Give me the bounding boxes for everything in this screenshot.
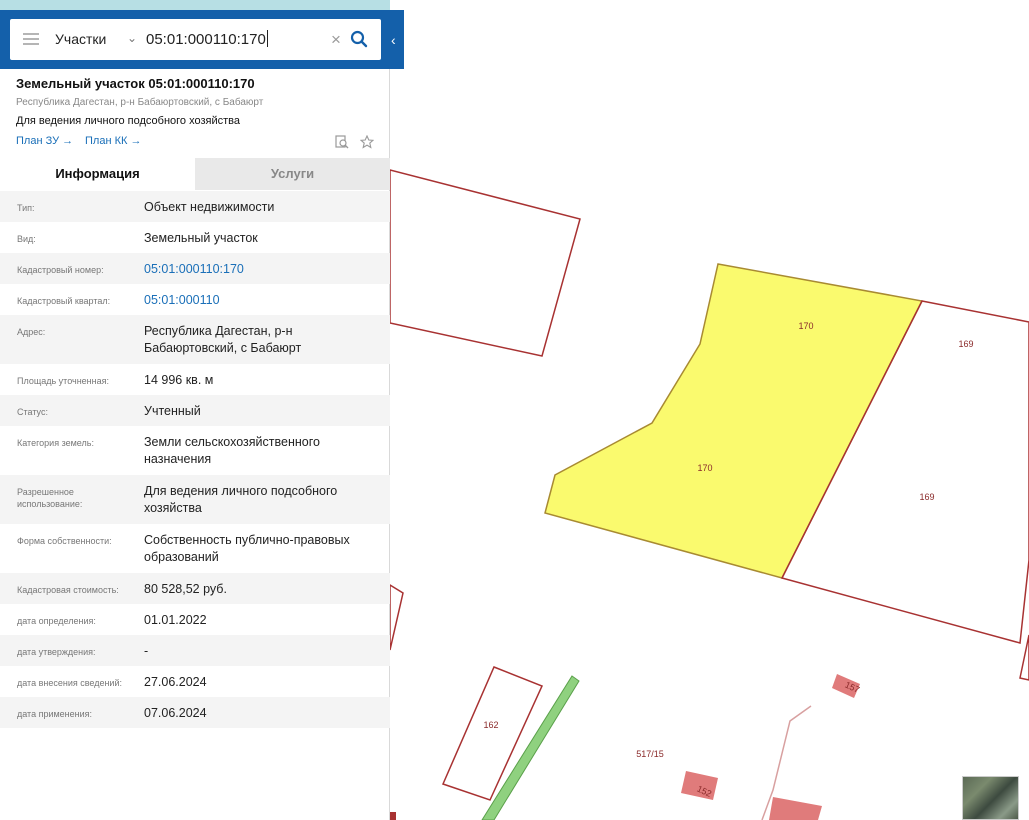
info-row-label: Площадь уточненная: bbox=[17, 376, 109, 386]
info-row-value: Собственность публично-правовых образова… bbox=[144, 533, 350, 564]
parcel-purpose: Для ведения личного подсобного хозяйства bbox=[16, 115, 240, 127]
info-row: Кадастровый квартал: 05:01:000110 bbox=[0, 284, 390, 315]
chevron-down-icon[interactable]: ⌄ bbox=[127, 31, 139, 47]
info-row-value: Объект недвижимости bbox=[144, 200, 275, 214]
info-row: Разрешенное использование: Для ведения ли… bbox=[0, 475, 390, 524]
info-row: Адрес: Республика Дагестан, р-н Бабаюртов… bbox=[0, 315, 390, 364]
parcel-bottom[interactable] bbox=[769, 797, 822, 820]
search-input[interactable]: 05:01:000110:170 bbox=[146, 30, 268, 48]
parcel-162[interactable] bbox=[441, 666, 544, 801]
tab-bar: Информация Услуги bbox=[0, 158, 390, 190]
info-row-link[interactable]: 05:01:000110:170 bbox=[144, 261, 379, 278]
info-row-label: дата применения: bbox=[17, 709, 93, 719]
info-row-label: дата внесения сведений: bbox=[17, 678, 122, 688]
selected-parcel-170[interactable] bbox=[544, 263, 924, 579]
map-label: 170 bbox=[798, 321, 813, 331]
info-row-value: Земельный участок bbox=[144, 231, 258, 245]
road-strip bbox=[481, 675, 580, 820]
map-canvas[interactable]: 170 170 169 169 162 517/15 157 152 bbox=[390, 0, 1029, 820]
info-row: Кадастровая стоимость: 80 528,52 руб. bbox=[0, 573, 390, 604]
info-row-label: Вид: bbox=[17, 234, 36, 244]
info-row-label: дата определения: bbox=[17, 616, 96, 626]
info-row-value: 27.06.2024 bbox=[144, 675, 207, 689]
search-box[interactable]: Участки ⌄ 05:01:000110:170 × bbox=[10, 19, 381, 60]
info-row: Категория земель: Земли сельскохозяйствен… bbox=[0, 426, 390, 475]
layer-select[interactable]: Участки bbox=[55, 31, 106, 47]
basemap-thumbnail[interactable] bbox=[962, 776, 1019, 820]
star-icon[interactable] bbox=[360, 135, 374, 149]
info-row-value: Республика Дагестан, р-н Бабаюртовский, … bbox=[144, 324, 302, 355]
info-row: Форма собственности: Собственность публич… bbox=[0, 524, 390, 573]
parcel-edge-right[interactable] bbox=[1019, 634, 1029, 681]
parcel-outline[interactable] bbox=[390, 169, 581, 357]
info-row-label: Разрешенное использование: bbox=[17, 487, 83, 509]
info-row: дата утверждения: - bbox=[0, 635, 390, 666]
info-row: Статус: Учтенный bbox=[0, 395, 390, 426]
info-row-value: Учтенный bbox=[144, 404, 201, 418]
info-row: Кадастровый номер: 05:01:000110:170 bbox=[0, 253, 390, 284]
search-bar: Участки ⌄ 05:01:000110:170 × ‹ bbox=[0, 10, 404, 69]
info-row: Вид: Земельный участок bbox=[0, 222, 390, 253]
plan-zu-label: План ЗУ bbox=[16, 135, 60, 147]
menu-icon[interactable] bbox=[23, 33, 39, 45]
zoom-to-icon[interactable] bbox=[335, 135, 349, 149]
info-row: дата применения: 07.06.2024 bbox=[0, 697, 390, 728]
info-row-label: Форма собственности: bbox=[17, 536, 112, 546]
info-row-value: 80 528,52 руб. bbox=[144, 582, 227, 596]
info-row-label: Категория земель: bbox=[17, 438, 94, 448]
tab-info[interactable]: Информация bbox=[0, 158, 195, 190]
map-label: 169 bbox=[958, 339, 973, 349]
info-row-value: 07.06.2024 bbox=[144, 706, 207, 720]
map-label: 162 bbox=[483, 720, 498, 730]
plan-kk-link[interactable]: План КК → bbox=[85, 135, 141, 147]
map-label: 517/15 bbox=[636, 749, 664, 759]
search-icon[interactable] bbox=[350, 30, 368, 48]
parcel-edge-left[interactable] bbox=[390, 584, 404, 651]
info-row-value: 01.01.2022 bbox=[144, 613, 207, 627]
info-panel: Участки ⌄ 05:01:000110:170 × ‹ Земельный… bbox=[0, 10, 404, 820]
info-row-label: Статус: bbox=[17, 407, 48, 417]
info-row-label: Тип: bbox=[17, 203, 35, 213]
info-row-link[interactable]: 05:01:000110 bbox=[144, 292, 379, 309]
parcel-address: Республика Дагестан, р-н Бабаюртовский, … bbox=[16, 97, 264, 108]
info-row-label: дата утверждения: bbox=[17, 647, 96, 657]
map-svg[interactable]: 170170169169162517/15157152 bbox=[390, 0, 1029, 820]
plan-zu-link[interactable]: План ЗУ → bbox=[16, 135, 73, 147]
info-row: Площадь уточненная: 14 996 кв. м bbox=[0, 364, 390, 395]
info-row-label: Кадастровая стоимость: bbox=[17, 585, 119, 595]
info-row-label: Адрес: bbox=[17, 327, 46, 337]
map-label: 169 bbox=[919, 492, 934, 502]
search-query: 05:01:000110:170 bbox=[146, 31, 266, 48]
tab-services[interactable]: Услуги bbox=[195, 158, 390, 190]
map-label: 170 bbox=[697, 463, 712, 473]
plan-kk-label: План КК bbox=[85, 135, 128, 147]
info-row-label: Кадастровый квартал: bbox=[17, 296, 111, 306]
info-row-value: 14 996 кв. м bbox=[144, 373, 214, 387]
parcel-title: Земельный участок 05:01:000110:170 bbox=[16, 76, 255, 91]
info-table: Тип: Объект недвижимости Вид: Земельный уча… bbox=[0, 191, 390, 728]
info-row-value: Земли сельскохозяйственного назначения bbox=[144, 435, 320, 466]
parcel-edge-mark bbox=[390, 812, 396, 820]
info-row-label: Кадастровый номер: bbox=[17, 265, 104, 275]
info-row: дата внесения сведений: 27.06.2024 bbox=[0, 666, 390, 697]
info-row: дата определения: 01.01.2022 bbox=[0, 604, 390, 635]
info-row: Тип: Объект недвижимости bbox=[0, 191, 390, 222]
info-row-value: Для ведения личного подсобного хозяйства bbox=[144, 484, 338, 515]
close-icon[interactable]: × bbox=[331, 30, 341, 50]
collapse-panel-icon[interactable]: ‹ bbox=[391, 32, 396, 48]
info-row-value: - bbox=[144, 644, 149, 658]
